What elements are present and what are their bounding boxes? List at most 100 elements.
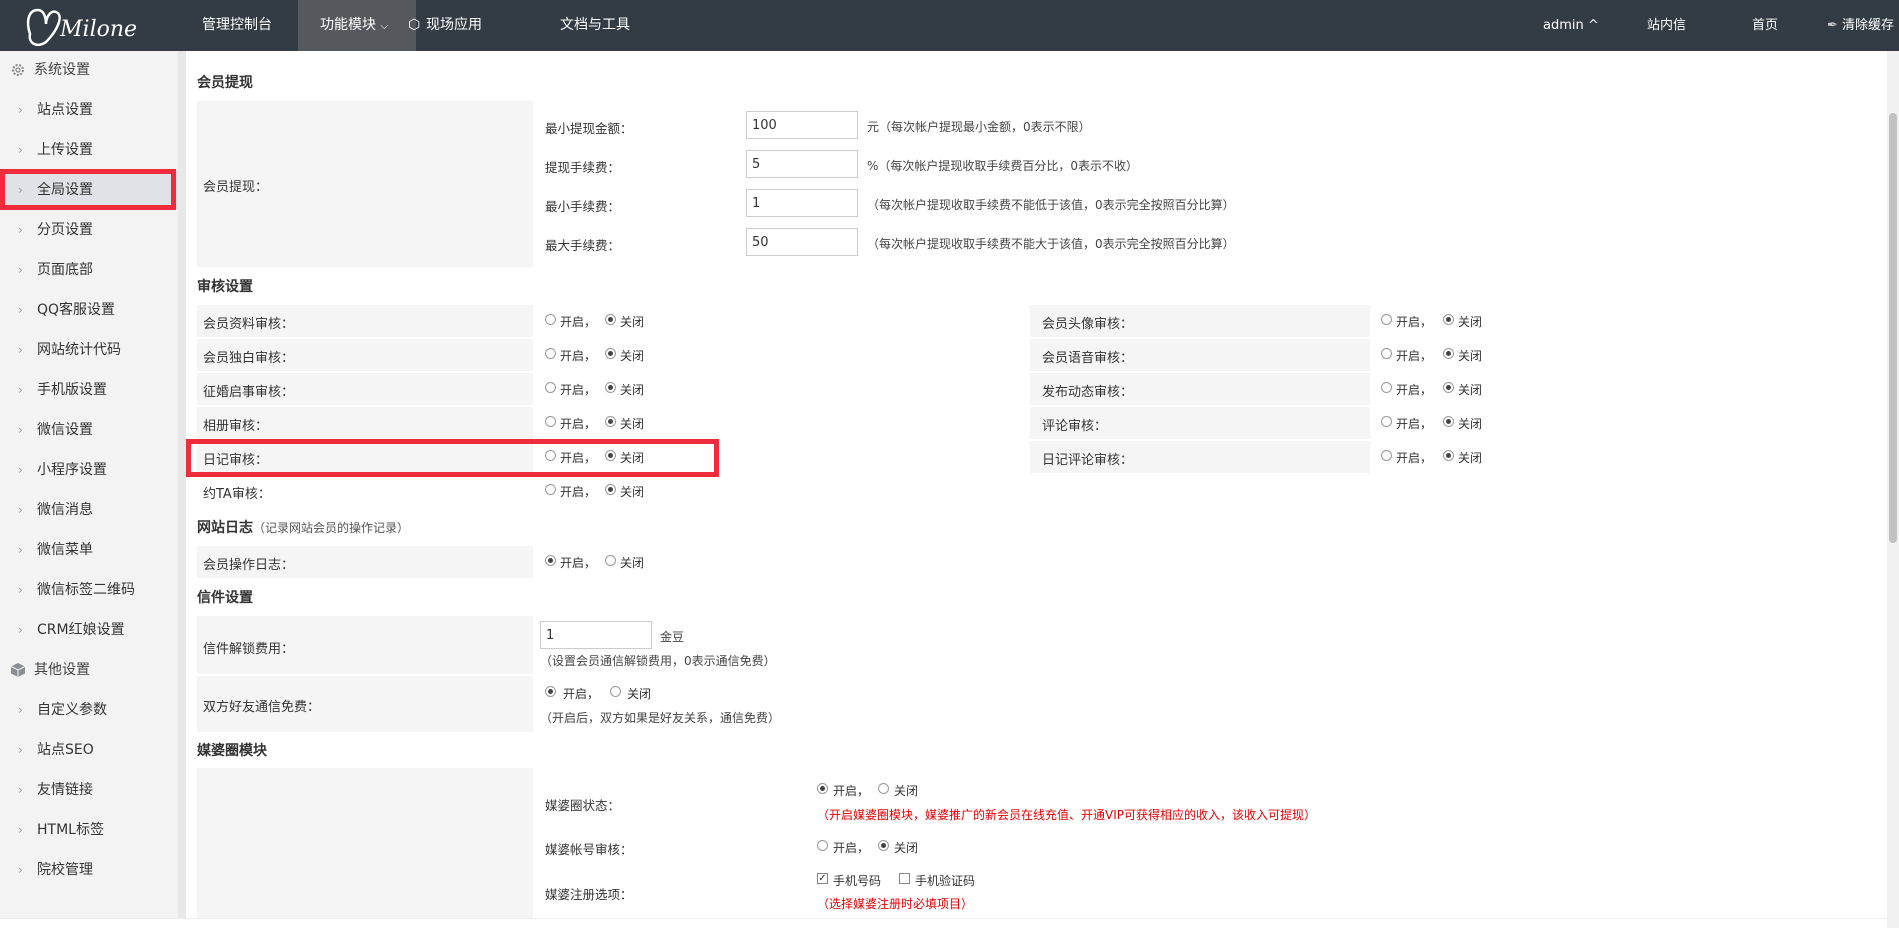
- chevron-right-icon: ›: [18, 103, 23, 117]
- sidebar-item-html[interactable]: › HTML标签: [0, 811, 178, 849]
- sidebar-item-wechat-qr[interactable]: › 微信标签二维码: [0, 571, 178, 609]
- radio-off[interactable]: [1443, 314, 1454, 325]
- radio-on[interactable]: [545, 416, 556, 427]
- audit-label: 相册审核：: [203, 419, 269, 434]
- nav-modules[interactable]: 功能模块 ⌵: [298, 0, 416, 51]
- mpq-opt-code-label: 手机验证码: [915, 874, 976, 888]
- sidebar-item-mobile[interactable]: › 手机版设置: [0, 371, 178, 409]
- nav-apps[interactable]: ⬡ 现场应用: [406, 0, 504, 51]
- milone-logo[interactable]: Milone: [24, 4, 144, 48]
- sidebar-item-stats[interactable]: › 网站统计代码: [0, 331, 178, 369]
- radio-off[interactable]: [605, 382, 616, 393]
- user-menu[interactable]: admin ^: [1543, 0, 1599, 51]
- radio-off[interactable]: [1443, 416, 1454, 427]
- radio-on-label: 开启，: [560, 349, 597, 363]
- scrollbar-thumb[interactable]: [1889, 113, 1897, 543]
- mpq-audit-radio-on[interactable]: [817, 840, 828, 851]
- radio-off[interactable]: [605, 348, 616, 359]
- radio-on[interactable]: [545, 348, 556, 359]
- radio-off[interactable]: [605, 484, 616, 495]
- clear-cache-button[interactable]: ✒ 清除缓存: [1827, 0, 1894, 51]
- radio-off[interactable]: [605, 314, 616, 325]
- field-label-min-amount: 最小提现金额：: [545, 121, 633, 136]
- radio-off[interactable]: [605, 416, 616, 427]
- audit-label: 会员资料审核：: [203, 317, 295, 332]
- sidebar-item-links[interactable]: › 友情链接: [0, 771, 178, 809]
- sidebar-item-site[interactable]: › 站点设置: [0, 91, 178, 129]
- chevron-right-icon: ›: [18, 503, 23, 517]
- mpq-opt-phone-checkbox[interactable]: ✓: [817, 873, 828, 884]
- radio-off-label: 关闭: [620, 556, 645, 570]
- fee-percent-input[interactable]: [746, 150, 858, 178]
- sidebar-item-crm[interactable]: › CRM红娘设置: [0, 611, 178, 649]
- sidebar-item-label: 自定义参数: [37, 702, 107, 718]
- radio-on[interactable]: [545, 484, 556, 495]
- nav-docs[interactable]: 文档与工具: [538, 0, 652, 51]
- audit-label-cell: 征婚启事审核：: [197, 373, 533, 405]
- sidebar-item-label: 微信标签二维码: [37, 582, 135, 598]
- radio-on-label: 开启，: [560, 485, 597, 499]
- radio-on[interactable]: [1381, 450, 1392, 461]
- radio-on-label: 开启，: [833, 841, 870, 855]
- scrollbar[interactable]: [1887, 51, 1899, 928]
- radio-off-label: 关闭: [620, 383, 645, 397]
- audit-label: 发布动态审核：: [1042, 385, 1134, 400]
- radio-on[interactable]: [1381, 382, 1392, 393]
- radio-off-label: 关闭: [1458, 315, 1483, 329]
- mpq-status-radio-on[interactable]: [817, 783, 828, 794]
- link-messages[interactable]: 站内信: [1647, 0, 1686, 51]
- sidebar-item-wechat-menu[interactable]: › 微信菜单: [0, 531, 178, 569]
- radio-off[interactable]: [1443, 450, 1454, 461]
- chevron-right-icon: ›: [18, 543, 23, 557]
- sidebar-item-school[interactable]: › 院校管理: [0, 851, 178, 889]
- audit-label-cell: 会员独白审核：: [197, 339, 533, 371]
- max-fee-input[interactable]: [746, 228, 858, 256]
- radio-off-label: 关闭: [1458, 451, 1483, 465]
- sidebar-item-footer[interactable]: › 页面底部: [0, 251, 178, 289]
- letter-unlock-input[interactable]: [540, 621, 652, 649]
- nav-dashboard[interactable]: 管理控制台: [180, 0, 294, 51]
- sidebar-item-params[interactable]: › 自定义参数: [0, 691, 178, 729]
- letter-free-radio-off[interactable]: [610, 686, 621, 697]
- sidebar-cat-system[interactable]: 系统设置: [0, 51, 178, 89]
- sidebar-item-seo[interactable]: › 站点SEO: [0, 731, 178, 769]
- sidebar-item-paging[interactable]: › 分页设置: [0, 211, 178, 249]
- radio-on-label: 开启，: [1396, 383, 1433, 397]
- sidebar-item-wechat[interactable]: › 微信设置: [0, 411, 178, 449]
- radio-on[interactable]: [1381, 416, 1392, 427]
- mpq-status-radio-off[interactable]: [878, 783, 889, 794]
- sidebar-item-wechat-msg[interactable]: › 微信消息: [0, 491, 178, 529]
- audit-label: 会员头像审核：: [1042, 317, 1134, 332]
- sidebar-item-miniapp[interactable]: › 小程序设置: [0, 451, 178, 489]
- mpq-audit-radio-off[interactable]: [878, 840, 889, 851]
- top-navbar: Milone 管理控制台 功能模块 ⌵ ⬡ 现场应用 文档与工具 admin ^ …: [0, 0, 1899, 51]
- radio-off[interactable]: [1443, 348, 1454, 359]
- sidebar-cat-other[interactable]: 其他设置: [0, 651, 178, 689]
- radio-on-label: 开启，: [833, 784, 870, 798]
- radio-on[interactable]: [1381, 314, 1392, 325]
- chevron-right-icon: ›: [18, 863, 23, 877]
- min-amount-input[interactable]: [746, 111, 858, 139]
- sidebar-item-qq[interactable]: › QQ客服设置: [0, 291, 178, 329]
- radio-off-label: 关闭: [894, 841, 919, 855]
- radio-on-label: 开启，: [1396, 451, 1433, 465]
- radio-off-label: 关闭: [1458, 349, 1483, 363]
- chevron-right-icon: ›: [18, 263, 23, 277]
- radio-on-label: 开启，: [560, 417, 597, 431]
- radio-on[interactable]: [545, 382, 556, 393]
- letter-free-radio-on[interactable]: [545, 686, 556, 697]
- chevron-right-icon: ›: [18, 223, 23, 237]
- radio-on-label: 开启，: [560, 383, 597, 397]
- mpq-opt-code-checkbox[interactable]: [899, 873, 910, 884]
- chevron-right-icon: ›: [18, 783, 23, 797]
- link-home[interactable]: 首页: [1752, 0, 1778, 51]
- sidebar-item-label: 友情链接: [37, 782, 93, 798]
- radio-on[interactable]: [545, 314, 556, 325]
- log-radio-on[interactable]: [545, 555, 556, 566]
- radio-off[interactable]: [1443, 382, 1454, 393]
- sidebar-item-upload[interactable]: › 上传设置: [0, 131, 178, 169]
- radio-off-label: 关闭: [620, 315, 645, 329]
- log-radio-off[interactable]: [605, 555, 616, 566]
- radio-on[interactable]: [1381, 348, 1392, 359]
- min-fee-input[interactable]: [746, 189, 858, 217]
